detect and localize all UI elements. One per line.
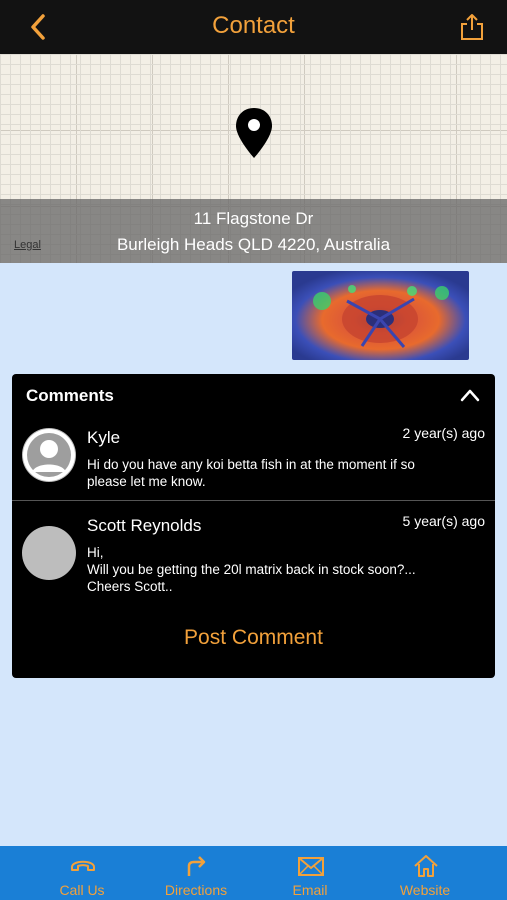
tab-call-us[interactable]: Call Us [27,846,137,900]
tab-label: Website [399,882,451,898]
user-avatar-icon [23,429,75,481]
map-legal-link[interactable]: Legal [14,239,41,251]
address-overlay: 11 Flagstone Dr Burleigh Heads QLD 4220,… [0,199,507,263]
tab-directions[interactable]: Directions [141,846,251,900]
comment-text-line: Cheers Scott.. [87,579,173,594]
email-icon [298,857,324,876]
comment-text-line: Will you be getting the 20l matrix back … [87,562,416,577]
comment-item: Kyle 2 year(s) ago Hi do you have any ko… [12,420,495,500]
phone-icon [71,860,95,871]
tab-website[interactable]: Website [370,846,480,900]
tab-label: Directions [164,882,228,898]
tab-label: Call Us [59,882,105,898]
post-comment-button[interactable]: Post Comment [12,626,495,650]
chevron-up-icon[interactable] [459,387,481,403]
comment-text-line: Hi, [87,545,104,560]
comment-text: Hi, Will you be getting the 20l matrix b… [87,544,465,595]
map-pin-icon[interactable] [234,106,274,162]
bottom-tab-bar: Call Us Directions Email Website [0,846,507,900]
directions-icon [187,856,206,876]
comment-time: 5 year(s) ago [402,513,485,529]
home-icon [414,855,438,877]
location-map[interactable]: 11 Flagstone Dr Burleigh Heads QLD 4220,… [0,54,507,263]
avatar [22,428,76,482]
comment-time: 2 year(s) ago [402,425,485,441]
comment-author: Kyle [87,428,121,447]
share-icon[interactable] [459,13,485,41]
address-line-2: Burleigh Heads QLD 4220, Australia [116,235,391,254]
comments-title: Comments [26,386,114,405]
comment-item: Scott Reynolds 5 year(s) ago Hi, Will yo… [12,508,495,618]
tab-email[interactable]: Email [255,846,365,900]
comments-panel: Comments Kyle 2 year(s) ago Hi do you ha… [12,374,495,678]
comment-text: Hi do you have any koi betta fish in at … [87,457,415,489]
comment-divider [12,500,495,501]
tab-label: Email [292,882,328,898]
avatar [22,526,76,580]
coral-photo[interactable] [292,271,469,360]
address-line-1: 11 Flagstone Dr [193,209,314,228]
coral-image [292,271,469,360]
nav-header: Contact [0,0,507,54]
page-title: Contact [212,12,295,39]
comment-author: Scott Reynolds [87,516,202,535]
